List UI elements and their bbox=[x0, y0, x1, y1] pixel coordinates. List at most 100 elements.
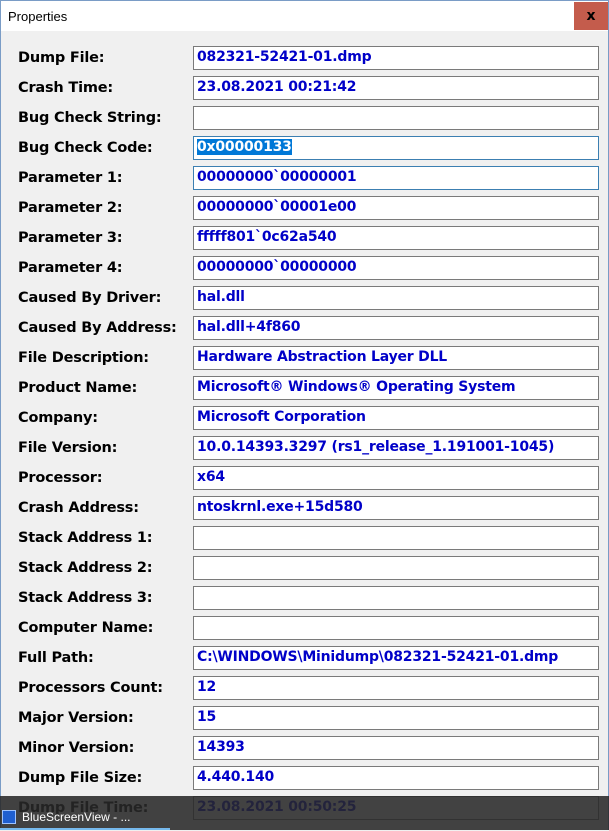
property-row-processors-count: Processors Count: 12 bbox=[1, 675, 608, 705]
property-value: Hardware Abstraction Layer DLL bbox=[197, 349, 448, 365]
property-label: Processor: bbox=[18, 470, 103, 486]
property-row-company: Company: Microsoft Corporation bbox=[1, 405, 608, 435]
property-value-field[interactable]: 00000000`00000001 bbox=[193, 166, 599, 190]
property-row-major-version: Major Version: 15 bbox=[1, 705, 608, 735]
property-row-caused-by-driver: Caused By Driver: hal.dll bbox=[1, 285, 608, 315]
taskbar: BlueScreenView - ... bbox=[0, 796, 609, 830]
property-label: Full Path: bbox=[18, 650, 94, 666]
taskbar-item-label: BlueScreenView - ... bbox=[22, 810, 131, 824]
property-row-parameter-1: Parameter 1: 00000000`00000001 bbox=[1, 165, 608, 195]
property-value-field[interactable] bbox=[193, 616, 599, 640]
property-label: Parameter 1: bbox=[18, 170, 123, 186]
property-row-bug-check-string: Bug Check String: bbox=[1, 105, 608, 135]
property-value-field[interactable]: 12 bbox=[193, 676, 599, 700]
property-value-field[interactable] bbox=[193, 526, 599, 550]
property-row-caused-by-address: Caused By Address: hal.dll+4f860 bbox=[1, 315, 608, 345]
taskbar-item-bluescreenview[interactable]: BlueScreenView - ... bbox=[0, 804, 170, 830]
window-title: Properties bbox=[8, 8, 68, 24]
property-label: Company: bbox=[18, 410, 98, 426]
property-value-field[interactable]: hal.dll bbox=[193, 286, 599, 310]
property-row-dump-file-size: Dump File Size: 4.440.140 bbox=[1, 765, 608, 795]
property-label: Stack Address 1: bbox=[18, 530, 153, 546]
property-value: C:\WINDOWS\Minidump\082321-52421-01.dmp bbox=[197, 649, 559, 665]
property-label: Product Name: bbox=[18, 380, 138, 396]
property-row-stack-address-2: Stack Address 2: bbox=[1, 555, 608, 585]
property-row-bug-check-code: Bug Check Code: 0x00000133 bbox=[1, 135, 608, 165]
property-label: Parameter 4: bbox=[18, 260, 123, 276]
property-value-field[interactable]: 00000000`00000000 bbox=[193, 256, 599, 280]
property-value: ntoskrnl.exe+15d580 bbox=[197, 499, 363, 515]
property-value-field[interactable] bbox=[193, 556, 599, 580]
property-label: File Version: bbox=[18, 440, 118, 456]
title-bar[interactable]: Properties x bbox=[1, 1, 608, 31]
property-label: Bug Check Code: bbox=[18, 140, 153, 156]
properties-form: Dump File: 082321-52421-01.dmp Crash Time:… bbox=[1, 31, 608, 831]
property-label: Crash Address: bbox=[18, 500, 139, 516]
property-label: File Description: bbox=[18, 350, 149, 366]
property-value-field[interactable]: 00000000`00001e00 bbox=[193, 196, 599, 220]
property-row-parameter-4: Parameter 4: 00000000`00000000 bbox=[1, 255, 608, 285]
property-value: 10.0.14393.3297 (rs1_release_1.191001-10… bbox=[197, 439, 555, 455]
property-value: fffff801`0c62a540 bbox=[197, 229, 337, 245]
property-row-file-version: File Version: 10.0.14393.3297 (rs1_releas… bbox=[1, 435, 608, 465]
property-row-parameter-3: Parameter 3: fffff801`0c62a540 bbox=[1, 225, 608, 255]
property-value-field[interactable] bbox=[193, 586, 599, 610]
property-value-field[interactable]: fffff801`0c62a540 bbox=[193, 226, 599, 250]
property-value: Microsoft Corporation bbox=[197, 409, 366, 425]
property-value-field[interactable] bbox=[193, 106, 599, 130]
property-row-crash-time: Crash Time: 23.08.2021 00:21:42 bbox=[1, 75, 608, 105]
property-label: Stack Address 3: bbox=[18, 590, 153, 606]
property-label: Bug Check String: bbox=[18, 110, 162, 126]
property-value: 14393 bbox=[197, 739, 245, 755]
property-row-parameter-2: Parameter 2: 00000000`00001e00 bbox=[1, 195, 608, 225]
property-row-processor: Processor: x64 bbox=[1, 465, 608, 495]
property-row-product-name: Product Name: Microsoft® Windows® Operati… bbox=[1, 375, 608, 405]
property-label: Dump File Size: bbox=[18, 770, 143, 786]
close-button[interactable]: x bbox=[574, 2, 608, 30]
property-label: Computer Name: bbox=[18, 620, 154, 636]
property-label: Dump File: bbox=[18, 50, 105, 66]
property-value-field[interactable]: x64 bbox=[193, 466, 599, 490]
property-value: 15 bbox=[197, 709, 217, 725]
property-value-field[interactable]: hal.dll+4f860 bbox=[193, 316, 599, 340]
property-value: 12 bbox=[197, 679, 217, 695]
property-label: Caused By Address: bbox=[18, 320, 177, 336]
property-row-stack-address-1: Stack Address 1: bbox=[1, 525, 608, 555]
property-label: Major Version: bbox=[18, 710, 134, 726]
property-value-field[interactable]: 0x00000133 bbox=[193, 136, 599, 160]
property-label: Parameter 3: bbox=[18, 230, 123, 246]
property-value: hal.dll+4f860 bbox=[197, 319, 301, 335]
property-value: 082321-52421-01.dmp bbox=[197, 49, 372, 65]
property-value: 0x00000133 bbox=[197, 139, 292, 155]
property-value-field[interactable]: 082321-52421-01.dmp bbox=[193, 46, 599, 70]
property-value: x64 bbox=[197, 469, 225, 485]
property-value-field[interactable]: 23.08.2021 00:21:42 bbox=[193, 76, 599, 100]
property-value: 4.440.140 bbox=[197, 769, 275, 785]
property-label: Crash Time: bbox=[18, 80, 113, 96]
property-value-field[interactable]: C:\WINDOWS\Minidump\082321-52421-01.dmp bbox=[193, 646, 599, 670]
property-row-minor-version: Minor Version: 14393 bbox=[1, 735, 608, 765]
property-row-file-description: File Description: Hardware Abstraction La… bbox=[1, 345, 608, 375]
property-value: hal.dll bbox=[197, 289, 245, 305]
property-value-field[interactable]: 10.0.14393.3297 (rs1_release_1.191001-10… bbox=[193, 436, 599, 460]
property-row-full-path: Full Path: C:\WINDOWS\Minidump\082321-524… bbox=[1, 645, 608, 675]
property-value-field[interactable]: 4.440.140 bbox=[193, 766, 599, 790]
app-icon bbox=[2, 810, 16, 824]
property-row-crash-address: Crash Address: ntoskrnl.exe+15d580 bbox=[1, 495, 608, 525]
property-label: Caused By Driver: bbox=[18, 290, 162, 306]
property-value: Microsoft® Windows® Operating System bbox=[197, 379, 516, 395]
property-value-field[interactable]: Hardware Abstraction Layer DLL bbox=[193, 346, 599, 370]
property-row-stack-address-3: Stack Address 3: bbox=[1, 585, 608, 615]
property-row-computer-name: Computer Name: bbox=[1, 615, 608, 645]
property-value-field[interactable]: 15 bbox=[193, 706, 599, 730]
property-label: Stack Address 2: bbox=[18, 560, 153, 576]
property-value-field[interactable]: Microsoft® Windows® Operating System bbox=[193, 376, 599, 400]
property-label: Parameter 2: bbox=[18, 200, 123, 216]
property-value-field[interactable]: Microsoft Corporation bbox=[193, 406, 599, 430]
property-value: 00000000`00000001 bbox=[197, 169, 357, 185]
property-value: 23.08.2021 00:21:42 bbox=[197, 79, 357, 95]
property-value-field[interactable]: 14393 bbox=[193, 736, 599, 760]
property-label: Minor Version: bbox=[18, 740, 135, 756]
property-label: Processors Count: bbox=[18, 680, 163, 696]
property-value-field[interactable]: ntoskrnl.exe+15d580 bbox=[193, 496, 599, 520]
